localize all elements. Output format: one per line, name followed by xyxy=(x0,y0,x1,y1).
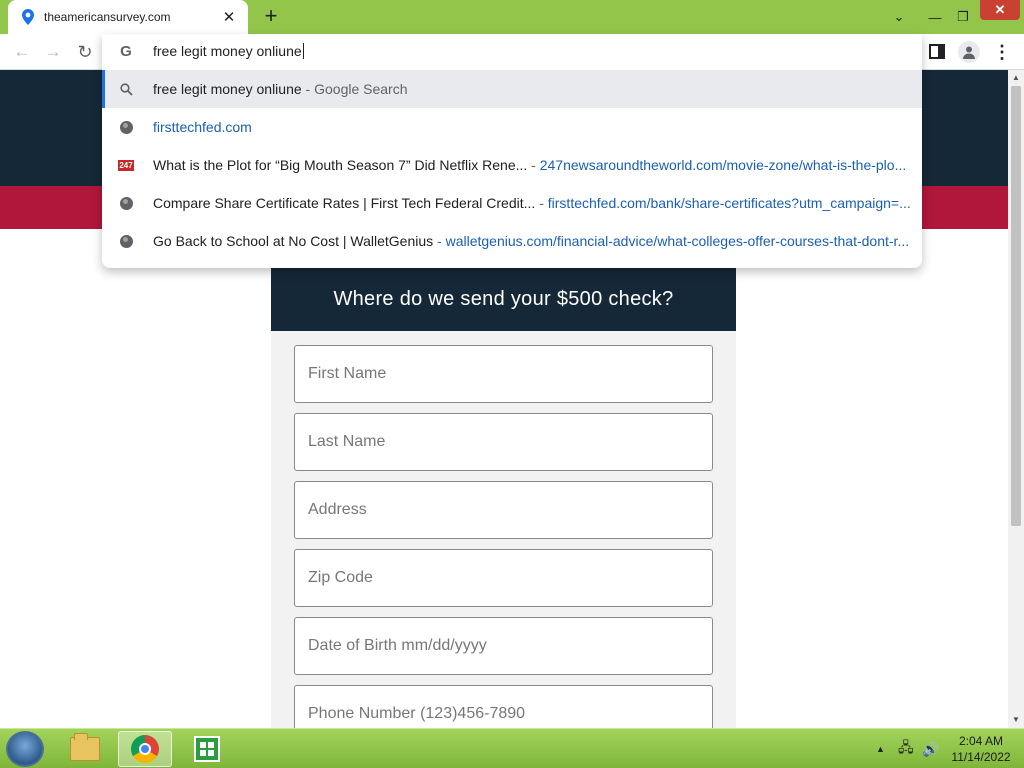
scroll-down-icon[interactable]: ▼ xyxy=(1008,714,1024,726)
new-tab-button[interactable]: + xyxy=(258,4,284,30)
zip-code-field[interactable]: Zip Code xyxy=(294,549,713,607)
scroll-up-icon[interactable]: ▲ xyxy=(1008,72,1024,84)
browser-tab-active[interactable]: theamericansurvey.com ✕ xyxy=(8,0,248,34)
windows-taskbar: ▲ 🖧 🔊 2:04 AM 11/14/2022 xyxy=(0,728,1024,768)
chrome-icon[interactable] xyxy=(118,731,172,767)
tab-search-icon[interactable]: ⌄ xyxy=(884,0,914,34)
system-clock[interactable]: 2:04 AM 11/14/2022 xyxy=(944,733,1018,765)
tab-title: theamericansurvey.com xyxy=(44,10,171,24)
profile-icon[interactable] xyxy=(958,41,980,63)
clock-time: 2:04 AM xyxy=(958,734,1004,748)
suggestion-separator: - xyxy=(433,233,446,249)
search-icon xyxy=(118,81,134,97)
suggestion-site[interactable]: firsttechfed.com xyxy=(102,108,922,146)
check-form: Where do we send your $500 check? First … xyxy=(271,268,736,728)
suggestion-description: Google Search xyxy=(314,81,408,97)
last-name-field[interactable]: Last Name xyxy=(294,413,713,471)
first-name-field[interactable]: First Name xyxy=(294,345,713,403)
form-title: Where do we send your $500 check? xyxy=(271,268,736,331)
browser-titlebar: theamericansurvey.com ✕ + ⌄ — ❐ ✕ xyxy=(0,0,1024,34)
suggestion-history[interactable]: 247 What is the Plot for “Big Mouth Seas… xyxy=(102,146,922,184)
suggestion-url: 247newsaroundtheworld.com/movie-zone/wha… xyxy=(539,157,907,173)
start-button[interactable] xyxy=(6,731,44,767)
suggestion-main: free legit money onliune xyxy=(153,81,302,97)
file-explorer-icon[interactable] xyxy=(58,731,112,767)
side-panel-icon[interactable] xyxy=(929,44,945,59)
page-scrollbar[interactable]: ▲ ▼ xyxy=(1008,70,1024,728)
phone-number-field[interactable]: Phone Number (123)456-7890 xyxy=(294,685,713,728)
address-bar[interactable]: G free legit money onliune xyxy=(102,34,922,70)
suggestion-search[interactable]: free legit money onliune - Google Search xyxy=(102,70,922,108)
clock-date: 11/14/2022 xyxy=(951,750,1011,764)
suggestion-main: What is the Plot for “Big Mouth Season 7… xyxy=(153,157,528,173)
suggestion-separator: - xyxy=(535,195,548,211)
suggestion-history[interactable]: Go Back to School at No Cost | WalletGen… xyxy=(102,222,922,260)
tab-close-icon[interactable]: ✕ xyxy=(220,8,238,26)
reload-icon[interactable]: ↻ xyxy=(72,40,98,64)
volume-icon[interactable]: 🔊 xyxy=(922,729,939,768)
suggestion-history[interactable]: Compare Share Certificate Rates | First … xyxy=(102,184,922,222)
forward-arrow-icon[interactable]: → xyxy=(40,40,66,64)
suggestion-separator: - xyxy=(527,157,540,173)
google-icon: G xyxy=(120,43,132,60)
date-of-birth-field[interactable]: Date of Birth mm/dd/yyyy xyxy=(294,617,713,675)
omnibox-dropdown: G free legit money onliune free legit mo… xyxy=(102,34,922,268)
scroll-thumb[interactable] xyxy=(1011,86,1021,526)
back-arrow-icon[interactable]: ← xyxy=(9,40,35,64)
network-icon[interactable]: 🖧 xyxy=(898,729,914,768)
suggestion-main: Compare Share Certificate Rates | First … xyxy=(153,195,536,211)
globe-icon xyxy=(118,119,134,135)
suggestion-main: Go Back to School at No Cost | WalletGen… xyxy=(153,233,434,249)
suggestion-url: firsttechfed.com/bank/share-certificates… xyxy=(547,195,911,211)
globe-icon xyxy=(118,233,134,249)
suggestion-url: walletgenius.com/financial-advice/what-c… xyxy=(445,233,910,249)
close-window-button[interactable]: ✕ xyxy=(980,0,1020,20)
suggestion-url: firsttechfed.com xyxy=(153,119,252,135)
store-icon[interactable] xyxy=(180,731,234,767)
site-favicon-text: 247 xyxy=(118,159,134,171)
site-favicon-icon: 247 xyxy=(118,157,134,173)
suggestion-separator: - xyxy=(301,81,315,97)
restore-button[interactable]: ❐ xyxy=(950,0,976,34)
address-input[interactable]: free legit money onliune xyxy=(153,43,304,59)
location-pin-icon xyxy=(20,9,36,25)
menu-icon[interactable]: ⋮ xyxy=(993,40,1011,64)
tray-expand-icon[interactable]: ▲ xyxy=(876,729,885,768)
globe-icon xyxy=(118,195,134,211)
address-field[interactable]: Address xyxy=(294,481,713,539)
minimize-button[interactable]: — xyxy=(922,0,948,34)
